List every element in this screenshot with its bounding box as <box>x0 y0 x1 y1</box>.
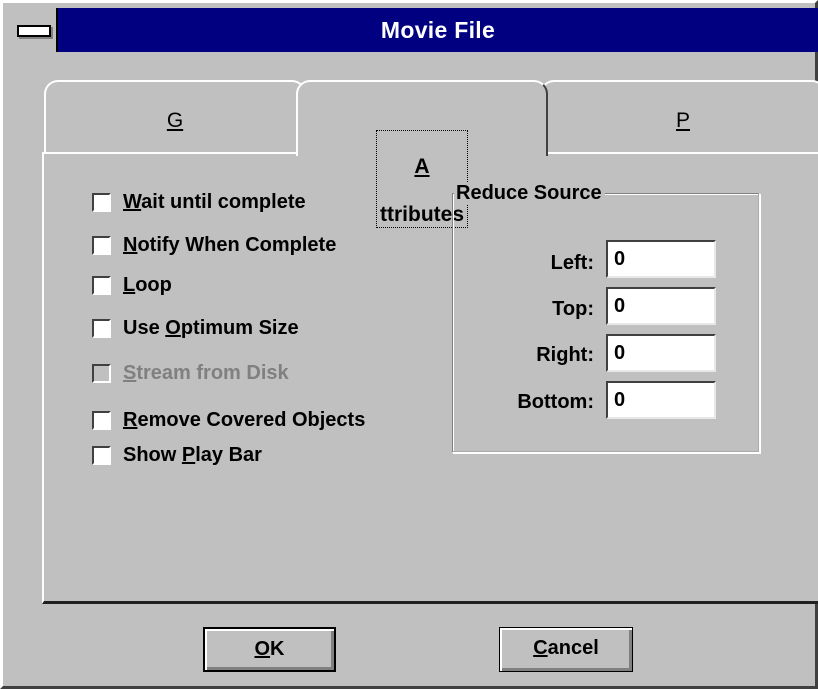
checkbox-box[interactable] <box>92 236 111 255</box>
tab-general[interactable]: General <box>44 80 306 183</box>
tab-attributes-accel: A <box>414 155 430 178</box>
checkbox-remove-covered-objects[interactable]: Remove Covered Objects <box>92 409 365 432</box>
ok-button-accel: O <box>254 638 271 660</box>
checkbox-loop[interactable]: Loop <box>92 274 172 297</box>
ok-button[interactable]: OK <box>203 627 336 672</box>
top-label: Top: <box>552 298 594 320</box>
checkbox-use-optimum-size[interactable]: Use Optimum Size <box>92 317 299 340</box>
checkbox-stream-from-disk: Stream from Disk <box>92 362 289 385</box>
window-title: Movie File <box>380 17 496 43</box>
right-label: Right: <box>536 344 594 366</box>
checkbox-label: Show Play Bar <box>123 444 262 466</box>
checkbox-box[interactable] <box>92 319 111 338</box>
checkbox-label: Use Optimum Size <box>123 317 299 339</box>
checkbox-notify-when-complete[interactable]: Notify When Complete <box>92 234 336 257</box>
checkbox-label: Stream from Disk <box>123 362 289 384</box>
cancel-button-accel: C <box>533 637 548 659</box>
system-menu-icon <box>17 25 51 37</box>
system-menu-button[interactable] <box>8 8 58 52</box>
reduce-source-title: Reduce Source <box>454 182 605 205</box>
tab-play-accel: P <box>675 109 690 132</box>
tab-general-accel: G <box>166 109 184 132</box>
top-input[interactable]: 0 <box>606 287 716 325</box>
bottom-input[interactable]: 0 <box>606 381 716 419</box>
ok-button-label: K <box>270 638 285 660</box>
checkbox-box <box>92 364 111 383</box>
bottom-label: Bottom: <box>517 391 594 413</box>
checkbox-box[interactable] <box>92 276 111 295</box>
left-input[interactable]: 0 <box>606 240 716 278</box>
checkbox-label: Notify When Complete <box>123 234 337 256</box>
tab-play[interactable]: Play <box>540 80 818 183</box>
checkbox-box[interactable] <box>92 446 111 465</box>
title-bar: Movie File <box>8 8 818 52</box>
checkbox-label: Remove Covered Objects <box>123 409 366 431</box>
left-label: Left: <box>550 252 594 274</box>
checkbox-label: Loop <box>123 274 172 296</box>
checkbox-wait-until-complete[interactable]: Wait until complete <box>92 191 306 214</box>
right-input[interactable]: 0 <box>606 334 716 372</box>
cancel-button[interactable]: Cancel <box>499 627 633 672</box>
checkbox-box[interactable] <box>92 411 111 430</box>
cancel-button-label: ancel <box>547 637 599 659</box>
tab-attributes[interactable]: Attributes <box>296 80 548 228</box>
checkbox-box[interactable] <box>92 193 111 212</box>
checkbox-label: Wait until complete <box>123 191 306 213</box>
checkbox-show-play-bar[interactable]: Show Play Bar <box>92 444 262 467</box>
